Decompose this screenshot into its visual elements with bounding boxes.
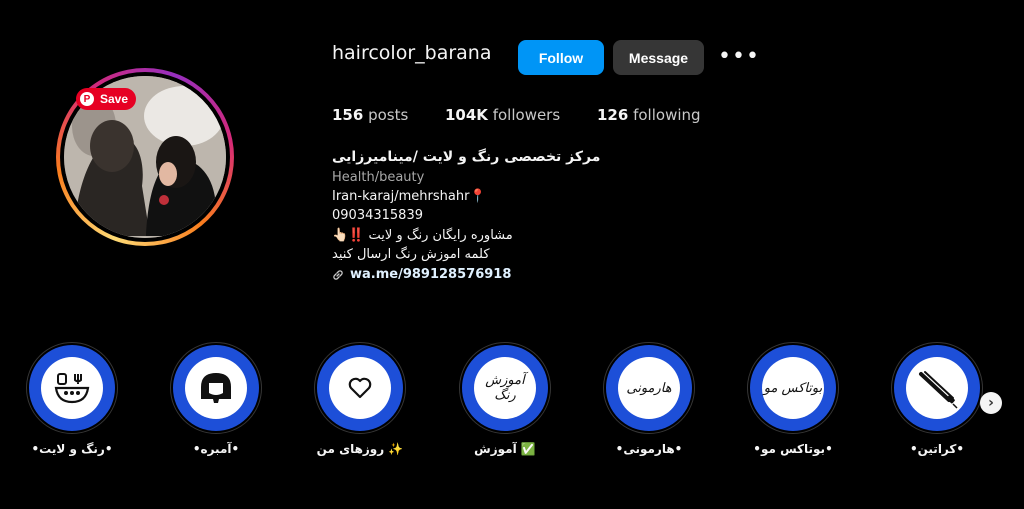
bio-link[interactable]: wa.me/989128576918 (332, 267, 511, 282)
pinterest-icon: P (80, 92, 94, 106)
food-bowl-icon (54, 373, 90, 404)
save-label: Save (100, 92, 129, 106)
highlight-item[interactable]: روزهای من ✨ (312, 342, 408, 456)
highlight-inner (185, 357, 247, 419)
flat-iron-icon (919, 371, 958, 409)
highlight-cover: بوتاکس مو (750, 345, 836, 431)
highlight-item[interactable]: بوتاکس مو •بوتاکس مو• (745, 342, 841, 456)
username: haircolor_barana (332, 42, 492, 64)
bio-line-consult: مشاوره رایگان رنگ و لایت ‼️👆🏻 (332, 228, 513, 243)
more-options-icon[interactable]: ••• (718, 44, 760, 69)
highlight-cover (29, 345, 115, 431)
highlight-inner (906, 357, 968, 419)
highlight-label: روزهای من ✨ (316, 442, 404, 456)
message-button[interactable]: Message (613, 40, 704, 75)
highlight-ring (26, 342, 118, 434)
highlight-label: •هارمونی• (615, 442, 683, 456)
highlight-inner (329, 357, 391, 419)
highlight-item[interactable]: هارمونی •هارمونی• (601, 342, 697, 456)
calligraphy-icon: هارمونی (626, 380, 672, 396)
bio-phone: 09034315839 (332, 208, 423, 223)
highlight-cover (173, 345, 259, 431)
bio-link-text: wa.me/989128576918 (350, 267, 512, 282)
calligraphy-icon: بوتاکس مو (763, 380, 823, 396)
highlight-label: آموزش ✅ (474, 442, 536, 456)
stat-label: following (633, 106, 701, 124)
stat-following[interactable]: 126 following (597, 106, 701, 124)
highlight-label: •بوتاکس مو• (753, 442, 833, 456)
highlight-label: •کراتین• (909, 442, 965, 456)
hair-icon (201, 373, 231, 403)
stat-posts: 156 posts (332, 106, 408, 124)
stat-value: 104K (445, 106, 488, 124)
highlight-cover: آموزش رنگ (462, 345, 548, 431)
follow-button[interactable]: Follow (518, 40, 604, 75)
highlight-inner: بوتاکس مو (762, 357, 824, 419)
highlight-cover (894, 345, 980, 431)
highlight-ring (891, 342, 983, 434)
link-icon (333, 269, 343, 280)
highlight-ring (314, 342, 406, 434)
stat-value: 126 (597, 106, 629, 124)
calligraphy-icon: آموزش رنگ (485, 373, 525, 403)
heart-icon (348, 377, 372, 399)
bio-line-keyword: کلمه اموزش رنگ ارسال کنید (332, 247, 490, 262)
stat-followers[interactable]: 104K followers (445, 106, 560, 124)
highlight-ring (170, 342, 262, 434)
highlight-cover: هارمونی (606, 345, 692, 431)
bio-category: Health/beauty (332, 170, 425, 185)
pinterest-save-button[interactable]: P Save (76, 88, 137, 110)
highlight-item[interactable]: آموزش رنگ آموزش ✅ (457, 342, 553, 456)
highlight-ring: بوتاکس مو (747, 342, 839, 434)
chevron-right-icon[interactable]: › (980, 392, 1002, 414)
highlight-inner: هارمونی (618, 357, 680, 419)
highlight-cover (317, 345, 403, 431)
highlight-ring: هارمونی (603, 342, 695, 434)
stat-label: posts (368, 106, 409, 124)
highlight-label: •آمبره• (192, 442, 240, 456)
highlight-ring: آموزش رنگ (459, 342, 551, 434)
highlight-item[interactable]: •کراتین• (889, 342, 985, 456)
stat-label: followers (492, 106, 561, 124)
highlight-inner: آموزش رنگ (474, 357, 536, 419)
bio-location: Iran-karaj/mehrshahr📍 (332, 189, 486, 204)
stat-value: 156 (332, 106, 364, 124)
highlight-item[interactable]: •آمبره• (168, 342, 264, 456)
highlight-inner (41, 357, 103, 419)
highlight-label: •رنگ و لایت• (31, 442, 113, 456)
bio-full-name: مرکز تخصصی رنگ و لایت /مینامیرزایی (332, 149, 601, 165)
highlight-item[interactable]: •رنگ و لایت• (24, 342, 120, 456)
